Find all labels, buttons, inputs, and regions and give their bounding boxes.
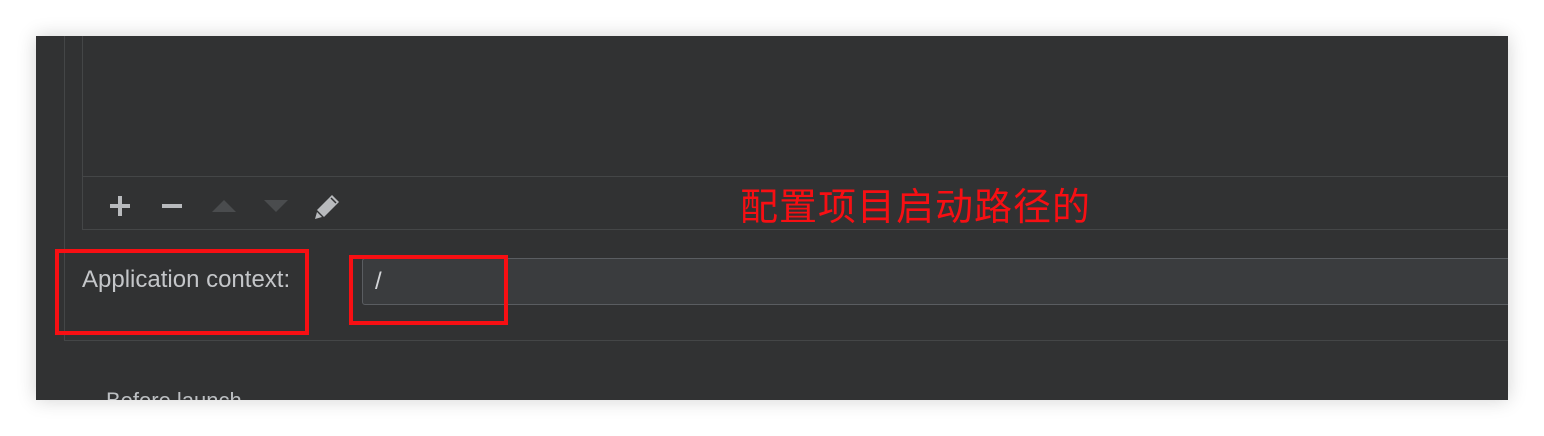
move-up-button[interactable]	[198, 188, 250, 224]
application-context-input[interactable]	[362, 258, 1508, 305]
minus-icon	[161, 195, 183, 217]
edit-pencil-icon	[313, 191, 343, 221]
list-toolbar	[94, 188, 354, 224]
plus-icon	[109, 195, 131, 217]
before-launch-label: Before launch	[106, 388, 242, 400]
remove-button[interactable]	[146, 188, 198, 224]
add-button[interactable]	[94, 188, 146, 224]
edit-button[interactable]	[302, 188, 354, 224]
move-down-icon	[263, 198, 289, 214]
move-down-button[interactable]	[250, 188, 302, 224]
annotation-box-input	[349, 255, 508, 325]
annotation-note: 配置项目启动路径的	[740, 185, 1092, 229]
annotation-box-label	[55, 249, 309, 335]
move-up-icon	[211, 198, 237, 214]
